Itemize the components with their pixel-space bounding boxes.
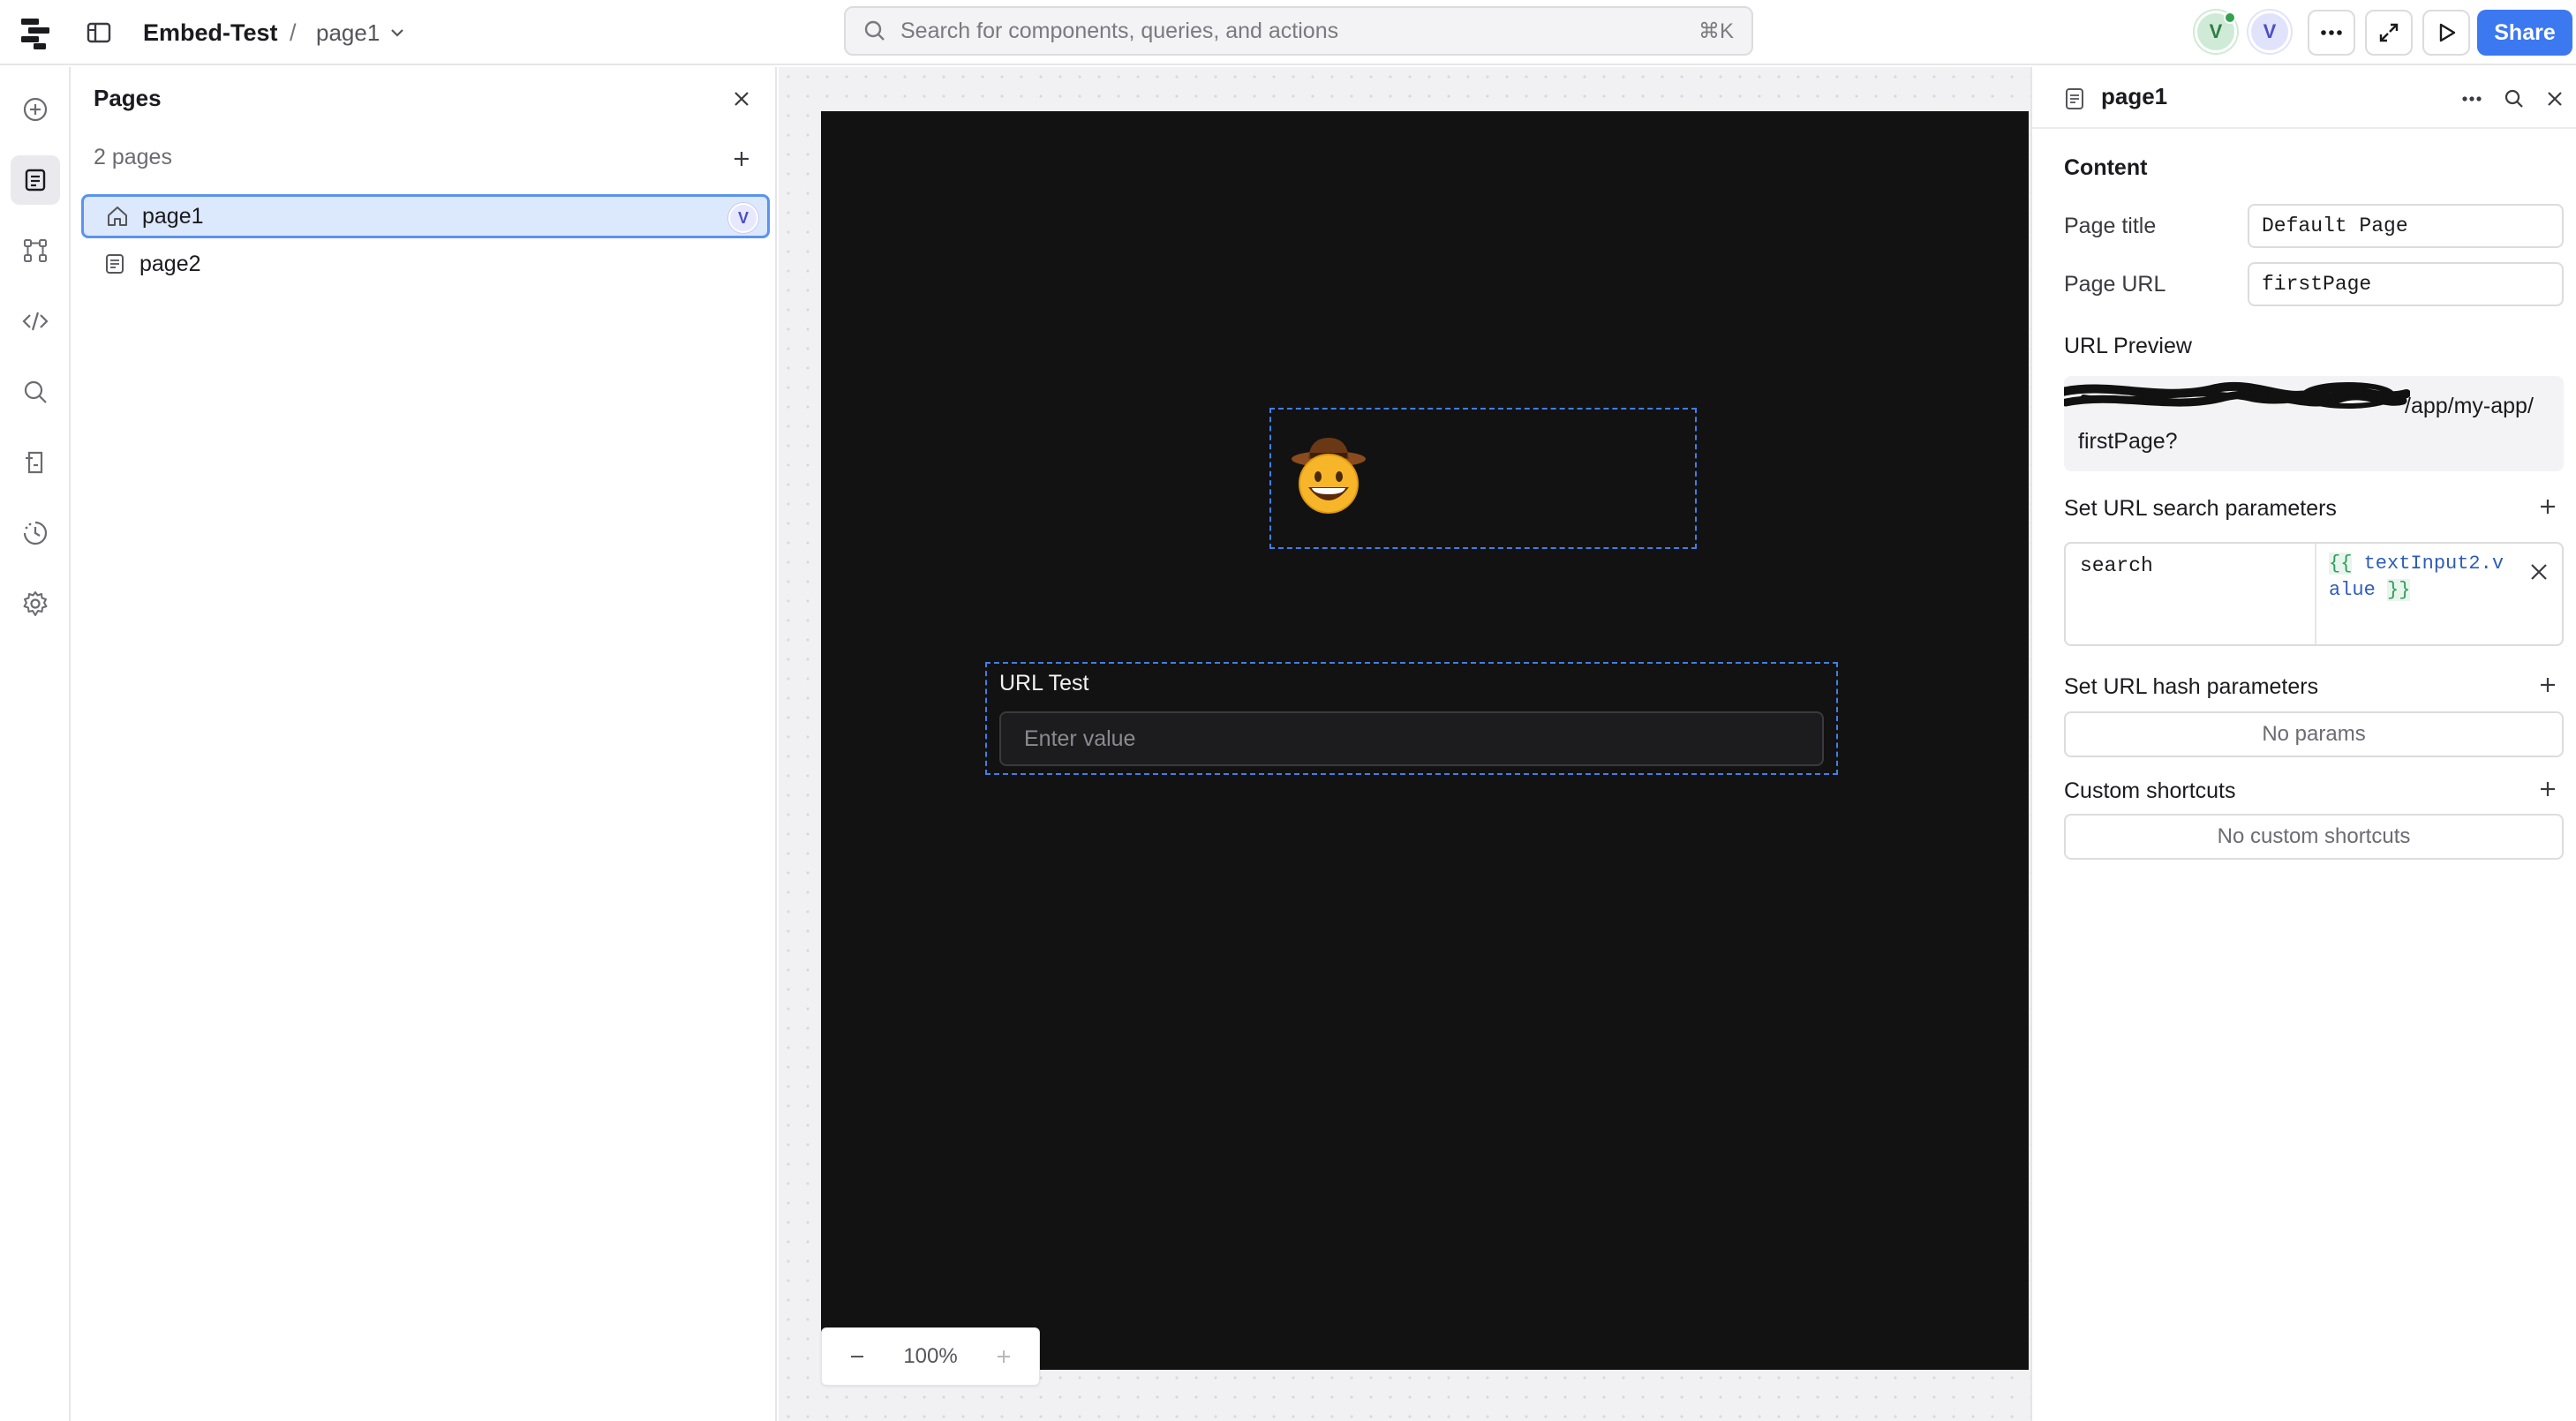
page-list-item[interactable]: page1 V xyxy=(81,194,770,238)
app-name[interactable]: Embed-Test xyxy=(143,17,278,49)
content-heading: Content xyxy=(2064,155,2148,180)
home-icon xyxy=(105,204,130,229)
plus-icon xyxy=(2538,779,2557,799)
inspector-panel: page1 Content Page title Page URL URL Pr… xyxy=(2030,67,2576,1421)
search-icon[interactable] xyxy=(2498,83,2530,115)
pages-panel-title: Pages xyxy=(94,85,162,111)
page-icon xyxy=(102,252,127,276)
page-url-input[interactable] xyxy=(2248,262,2564,306)
close-icon[interactable] xyxy=(2539,83,2571,115)
settings-icon[interactable] xyxy=(11,579,60,628)
avatar-initial: V xyxy=(2209,20,2223,42)
pages-panel: Pages 2 pages page1 V page2 xyxy=(72,67,777,1421)
inspector-header: page1 xyxy=(2032,67,2576,129)
image-component[interactable] xyxy=(1269,408,1697,549)
hash-params-empty: No params xyxy=(2064,711,2564,757)
template-close: }} xyxy=(2387,579,2411,601)
add-shortcut-button[interactable] xyxy=(2532,773,2564,805)
share-button[interactable]: Share xyxy=(2477,10,2572,56)
add-component-icon[interactable] xyxy=(11,85,60,134)
code-icon[interactable] xyxy=(11,297,60,346)
avatar-initial: V xyxy=(2263,20,2277,42)
url-preview-path: /app/my-app/ xyxy=(2405,394,2534,418)
input-label: URL Test xyxy=(999,671,1089,695)
search-icon[interactable] xyxy=(11,367,60,417)
state-icon[interactable] xyxy=(11,438,60,487)
breadcrumb-separator: / xyxy=(290,19,297,46)
close-icon xyxy=(2529,562,2549,582)
expand-button[interactable] xyxy=(2365,10,2413,56)
page-url-label: Page URL xyxy=(2064,272,2166,297)
current-page-label: page1 xyxy=(316,19,380,46)
remove-param-button[interactable] xyxy=(2523,556,2555,588)
page-title-input[interactable] xyxy=(2248,204,2564,248)
search-param-row: search {{ textInput2.value }} xyxy=(2064,542,2564,646)
page-title-label: Page title xyxy=(2064,214,2157,238)
add-hash-param-button[interactable] xyxy=(2532,669,2564,701)
page-icon xyxy=(2062,86,2087,111)
app-root: Embed-Test / page1 Search for components… xyxy=(0,0,2576,1421)
url-preview: /app/my-app/ firstPage? xyxy=(2064,376,2564,471)
shortcuts-label: Custom shortcuts xyxy=(2064,778,2236,803)
left-rail xyxy=(0,67,71,1421)
play-icon xyxy=(2435,21,2458,44)
template-open: {{ xyxy=(2329,553,2353,575)
online-status-icon xyxy=(2224,11,2236,24)
avatar[interactable]: V xyxy=(2195,11,2237,53)
ellipsis-icon[interactable] xyxy=(2456,83,2488,115)
zoom-control: 100% xyxy=(821,1327,1040,1386)
shortcuts-empty: No custom shortcuts xyxy=(2064,814,2564,860)
text-input-component[interactable]: URL Test xyxy=(985,662,1838,775)
page-switcher[interactable]: page1 xyxy=(316,17,406,49)
retool-logo-icon[interactable] xyxy=(18,13,56,52)
chevron-down-icon xyxy=(388,24,406,41)
ellipsis-icon xyxy=(2320,29,2343,36)
page-count: 2 pages xyxy=(94,145,172,169)
avatar[interactable]: V xyxy=(2248,11,2291,53)
plus-icon xyxy=(995,1348,1013,1365)
pages-icon[interactable] xyxy=(11,155,60,205)
page-label: page2 xyxy=(139,251,201,276)
search-shortcut: ⌘K xyxy=(1698,19,1734,43)
history-icon[interactable] xyxy=(11,508,60,558)
page-label: page1 xyxy=(142,203,204,229)
search-placeholder: Search for components, queries, and acti… xyxy=(900,18,1339,43)
hash-params-label: Set URL hash parameters xyxy=(2064,674,2319,699)
template-expression: textInput2.value xyxy=(2329,553,2504,601)
search-icon xyxy=(863,19,886,42)
zoom-in-button[interactable] xyxy=(969,1327,1039,1386)
redaction-scribble-icon xyxy=(2064,380,2410,417)
close-icon[interactable] xyxy=(726,83,757,115)
command-search[interactable]: Search for components, queries, and acti… xyxy=(844,6,1753,56)
plus-icon xyxy=(732,149,751,169)
plus-icon xyxy=(2538,497,2557,516)
avatar: V xyxy=(728,203,758,233)
add-search-param-button[interactable] xyxy=(2532,491,2564,523)
plus-icon xyxy=(2538,675,2557,695)
url-test-input[interactable] xyxy=(999,711,1824,766)
cowboy-emoji-icon xyxy=(1289,432,1368,517)
top-bar: Embed-Test / page1 Search for components… xyxy=(0,0,2576,65)
zoom-level: 100% xyxy=(903,1344,958,1368)
search-param-key[interactable]: search xyxy=(2066,544,2316,644)
expand-icon xyxy=(2377,21,2400,44)
add-page-button[interactable] xyxy=(726,143,757,175)
layout-toggle-icon[interactable] xyxy=(83,17,115,49)
page-list-item[interactable]: page2 xyxy=(81,242,770,286)
url-preview-label: URL Preview xyxy=(2064,334,2192,358)
minus-icon xyxy=(848,1348,866,1365)
inspector-title: page1 xyxy=(2101,83,2168,109)
url-preview-page: firstPage? xyxy=(2078,429,2178,454)
more-options-button[interactable] xyxy=(2308,10,2355,56)
search-param-value[interactable]: {{ textInput2.value }} xyxy=(2329,551,2505,604)
zoom-out-button[interactable] xyxy=(822,1327,892,1386)
preview-button[interactable] xyxy=(2422,10,2470,56)
component-tree-icon[interactable] xyxy=(11,226,60,275)
search-params-label: Set URL search parameters xyxy=(2064,496,2337,521)
